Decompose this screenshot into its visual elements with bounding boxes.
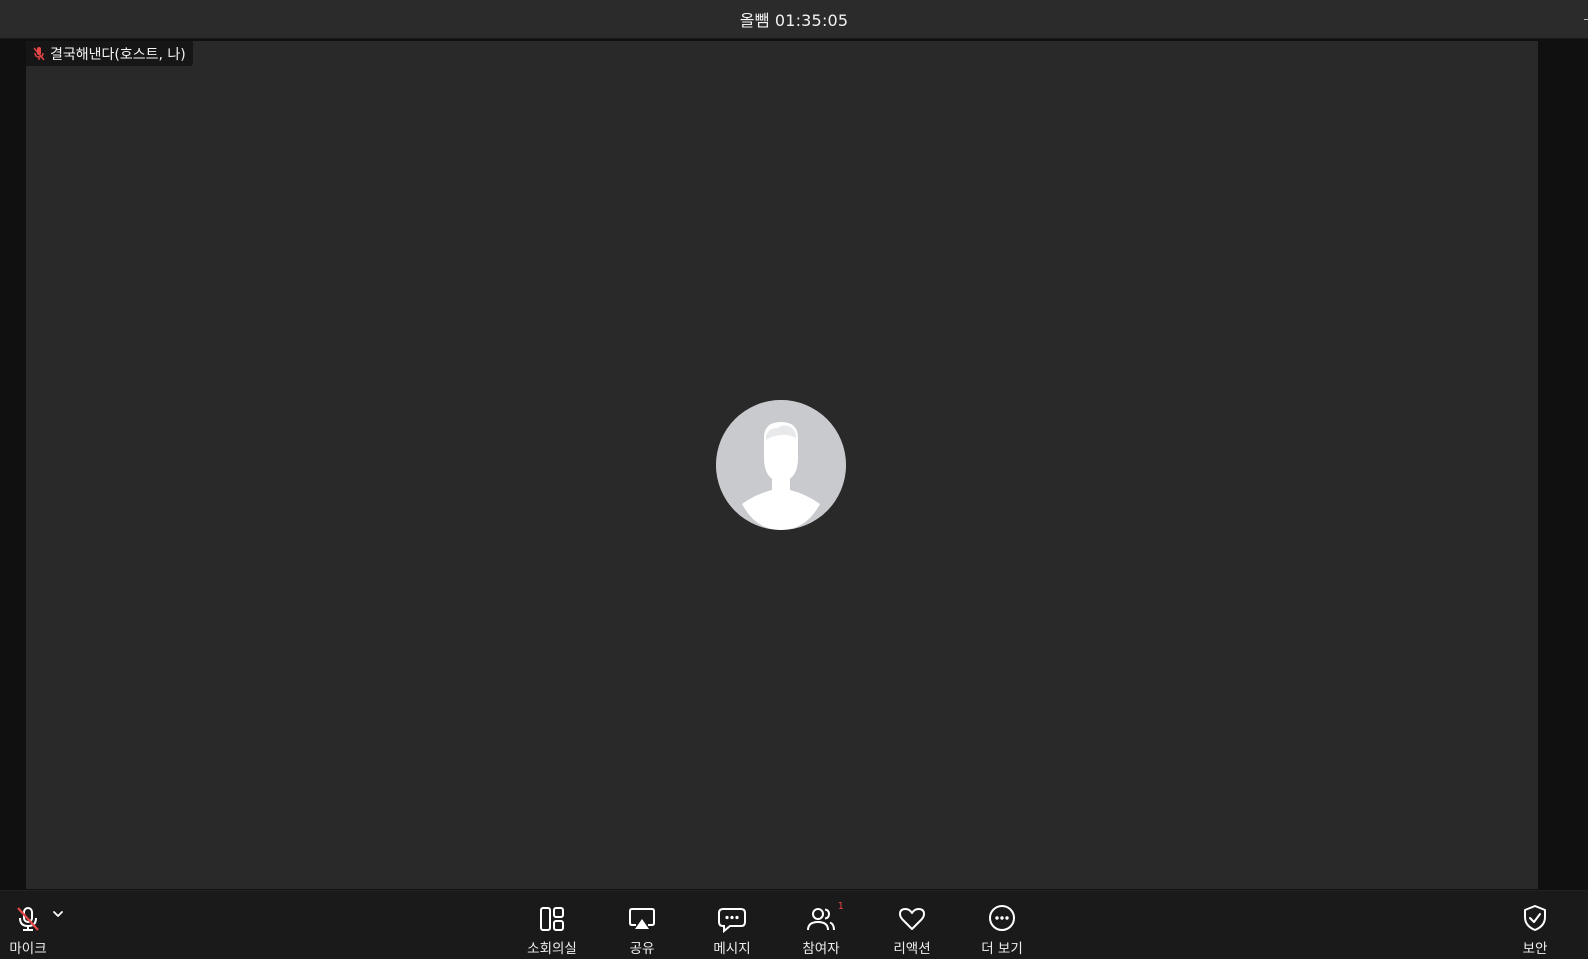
- reactions-button[interactable]: 리액션: [889, 891, 935, 959]
- mic-muted-icon: [17, 907, 39, 931]
- security-label: 보안: [1522, 941, 1548, 957]
- muted-mic-icon: [32, 46, 46, 62]
- chat-button[interactable]: 메시지: [708, 891, 756, 959]
- chat-icon: [718, 908, 746, 933]
- mic-label: 마이크: [9, 941, 47, 957]
- security-button[interactable]: 보안: [1520, 891, 1550, 959]
- mic-options-chevron-down-icon[interactable]: [50, 906, 66, 922]
- breakout-rooms-icon: [540, 907, 564, 931]
- mic-button[interactable]: 마이크: [8, 891, 48, 959]
- participants-icon: [807, 908, 835, 931]
- heart-icon: [899, 908, 925, 930]
- participant-name-tag: 결국해낸다(호스트, 나): [26, 41, 193, 66]
- participants-count-badge: 1: [837, 901, 844, 912]
- share-button[interactable]: 공유: [622, 891, 662, 959]
- participants-button[interactable]: 1 참여자: [799, 891, 844, 959]
- meeting-title: 올뺌 01:35:05: [739, 11, 849, 30]
- more-button[interactable]: 더 보기: [978, 891, 1026, 959]
- meeting-window: 올뺌 01:35:05 결국해낸다(호스트, 나) 마이크 소회의실 공유 메시…: [0, 0, 1588, 959]
- breakout-rooms-button[interactable]: 소회의실: [525, 891, 579, 959]
- participant-name: 결국해낸다(호스트, 나): [50, 46, 186, 63]
- title-bar: 올뺌 01:35:05: [0, 0, 1588, 39]
- share-screen-icon: [629, 908, 655, 929]
- breakout-rooms-label: 소회의실: [527, 941, 577, 957]
- chat-label: 메시지: [713, 941, 751, 957]
- share-label: 공유: [629, 941, 655, 957]
- participants-label: 참여자: [802, 941, 840, 957]
- more-options-icon: [989, 905, 1015, 931]
- more-label: 더 보기: [981, 941, 1023, 957]
- meeting-toolbar: 마이크 소회의실 공유 메시지 1 참여자 리액션 더 보기 보안: [0, 890, 1588, 959]
- security-shield-icon: [1524, 905, 1546, 931]
- reactions-label: 리액션: [893, 941, 931, 957]
- avatar: [716, 400, 846, 530]
- default-avatar-icon: [716, 400, 846, 530]
- titlebar-edge-mark: [1584, 19, 1588, 20]
